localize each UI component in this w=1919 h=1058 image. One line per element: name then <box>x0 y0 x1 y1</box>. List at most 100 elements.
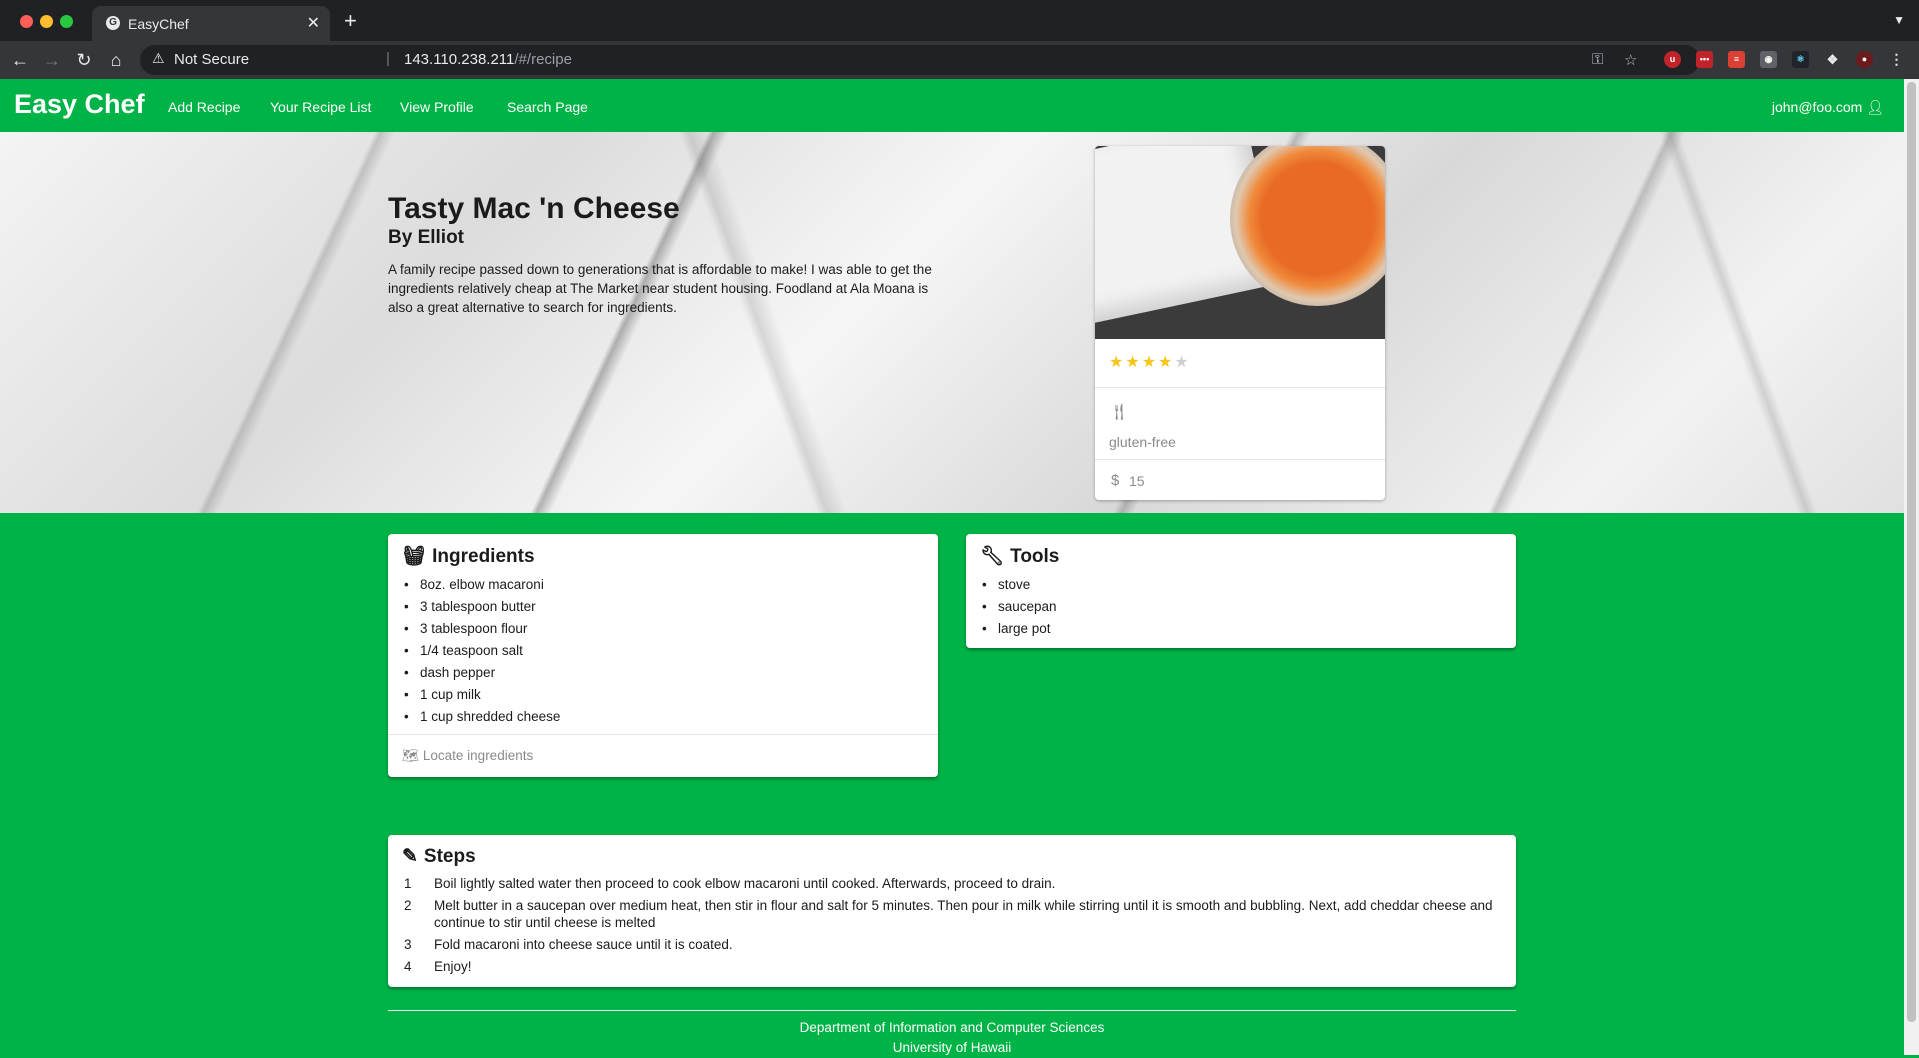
ublock-icon[interactable]: u <box>1664 51 1681 68</box>
browser-menu-icon[interactable]: ⋮ <box>1888 51 1905 68</box>
step-text: Boil lightly salted water then proceed t… <box>434 876 1056 891</box>
list-item: stove <box>980 574 1057 596</box>
list-item: saucepan <box>980 596 1057 618</box>
favicon-icon: G <box>106 16 120 30</box>
pencil-icon: ✎ <box>402 846 418 867</box>
address-bar[interactable]: ⚠ Not Secure | 143.110.238.211/#/recipe … <box>140 45 1700 75</box>
steps-title: Steps <box>423 846 476 867</box>
nav-search-page[interactable]: Search Page <box>507 99 588 115</box>
new-tab-icon[interactable]: + <box>344 10 357 32</box>
ingredients-list: 8oz. elbow macaroni 3 tablespoon butter … <box>402 574 560 728</box>
recipe-card: ★★★★★ 🍴︎ gluten-free $ 15 <box>1095 146 1385 500</box>
star-filled-icon[interactable]: ★ <box>1158 354 1174 371</box>
list-item: 1/4 teaspoon salt <box>402 640 560 662</box>
scrollbar-thumb[interactable] <box>1907 82 1916 1022</box>
puzzle-icon[interactable]: ❖ <box>1824 51 1841 68</box>
list-item: 3 tablespoon butter <box>402 596 560 618</box>
security-label[interactable]: Not Secure <box>174 51 249 68</box>
star-filled-icon[interactable]: ★ <box>1142 354 1158 371</box>
utensils-icon: 🍴︎ <box>1109 404 1130 421</box>
url-text[interactable]: 143.110.238.211/#/recipe <box>404 51 572 68</box>
lastpass-icon[interactable]: ••• <box>1696 51 1713 68</box>
url-host: 143.110.238.211 <box>404 51 515 68</box>
footer-department: Department of Information and Computer S… <box>799 1020 1105 1035</box>
recipe-description: A family recipe passed down to generatio… <box>388 262 932 315</box>
tools-heading: 🔧︎ Tools <box>980 544 1059 568</box>
list-item: large pot <box>980 618 1057 640</box>
tools-panel: 🔧︎Tools stove saucepan large pot <box>966 534 1516 648</box>
url-path: /#/recipe <box>514 51 572 68</box>
footer: Department of Information and Computer S… <box>388 1018 1516 1058</box>
camera-icon[interactable]: ◉ <box>1760 51 1777 68</box>
browser-tab-bar: G EasyChef ✕ + ▼ <box>0 0 1919 41</box>
tab-title: EasyChef <box>128 16 189 32</box>
step-number: 4 <box>404 959 412 974</box>
back-icon[interactable]: ← <box>8 48 32 72</box>
app-navbar: Easy Chef Add Recipe Your Recipe List Vi… <box>0 79 1904 132</box>
star-empty-icon[interactable]: ★ <box>1174 354 1190 371</box>
dollar-icon: $ <box>1111 472 1120 489</box>
reload-icon[interactable]: ↻ <box>72 48 96 72</box>
map-icon: 🗺︎ <box>402 748 423 763</box>
todoist-icon[interactable]: ≡ <box>1728 51 1745 68</box>
star-filled-icon[interactable]: ★ <box>1109 354 1125 371</box>
key-icon[interactable]: ⚿ <box>1592 51 1603 68</box>
list-item: 1 cup shredded cheese <box>402 706 560 728</box>
price-value: 15 <box>1129 473 1145 489</box>
step-text: Melt butter in a saucepan over medium he… <box>434 898 1493 930</box>
list-item: 8oz. elbow macaroni <box>402 574 560 596</box>
nav-your-recipe-list[interactable]: Your Recipe List <box>270 99 371 115</box>
react-devtools-icon[interactable]: ⚛ <box>1792 51 1809 68</box>
forward-icon[interactable]: → <box>40 48 64 72</box>
browser-tab[interactable]: G EasyChef ✕ <box>92 6 330 41</box>
close-window-button[interactable] <box>20 15 33 28</box>
footer-university: University of Hawaii <box>892 1040 1012 1055</box>
rating-stars[interactable]: ★★★★★ <box>1109 352 1191 372</box>
user-email: john@foo.com <box>1771 99 1863 115</box>
step-item: 4 Enjoy! <box>402 958 1512 975</box>
step-text: Fold macaroni into cheese sauce until it… <box>434 937 733 952</box>
locate-ingredients-link[interactable]: 🗺︎ Locate ingredients <box>402 748 533 764</box>
star-filled-icon[interactable]: ★ <box>1125 354 1141 371</box>
steps-heading: ✎ Steps <box>402 845 476 868</box>
zoom-window-button[interactable] <box>60 15 73 28</box>
tab-search-icon[interactable]: ▼ <box>1893 13 1905 27</box>
recipe-title: Tasty Mac 'n Cheese <box>388 192 680 225</box>
list-item: 1 cup milk <box>402 684 560 706</box>
step-number: 2 <box>404 898 412 913</box>
diet-label: gluten-free <box>1109 434 1176 450</box>
ingredients-title: Ingredients <box>432 546 535 567</box>
step-number: 1 <box>404 876 412 891</box>
nav-view-profile[interactable]: View Profile <box>400 99 474 115</box>
step-item: 2 Melt butter in a saucepan over medium h… <box>402 897 1512 931</box>
locate-label: Locate ingredients <box>422 748 534 763</box>
footer-divider <box>388 1010 1516 1011</box>
minimize-window-button[interactable] <box>40 15 53 28</box>
step-item: 3 Fold macaroni into cheese sauce until i… <box>402 936 1512 953</box>
step-item: 1 Boil lightly salted water then proceed … <box>402 875 1512 892</box>
recipe-hero: Tasty Mac 'n Cheese By Elliot A family r… <box>0 132 1904 513</box>
list-item: 3 tablespoon flour <box>402 618 560 640</box>
steps-list: 1 Boil lightly salted water then proceed … <box>402 875 1512 980</box>
nav-add-recipe[interactable]: Add Recipe <box>168 99 240 115</box>
user-menu[interactable]: john@foo.com 👤︎ <box>1772 99 1884 116</box>
browser-toolbar: ← → ↻ ⌂ ⚠ Not Secure | 143.110.238.211/#… <box>0 41 1919 79</box>
tools-list: stove saucepan large pot <box>980 574 1057 640</box>
step-text: Enjoy! <box>434 959 472 974</box>
ingredients-panel: 🧺︎Ingredients 8oz. elbow macaroni 3 tabl… <box>388 534 938 777</box>
list-item: dash pepper <box>402 662 560 684</box>
home-icon[interactable]: ⌂ <box>104 48 128 72</box>
brand-logo[interactable]: Easy Chef <box>14 89 145 120</box>
divider <box>388 734 938 735</box>
warning-icon: ⚠ <box>152 50 165 66</box>
profile-avatar[interactable]: ● <box>1856 51 1873 68</box>
wrench-icon: 🔧︎ <box>980 546 1005 567</box>
recipe-image <box>1095 146 1385 339</box>
tools-title: Tools <box>1010 546 1060 567</box>
divider <box>1095 459 1385 460</box>
basket-icon: 🧺︎ <box>402 546 427 567</box>
separator: | <box>386 50 390 67</box>
recipe-author: By Elliot <box>388 227 465 248</box>
close-tab-icon[interactable]: ✕ <box>307 13 320 33</box>
bookmark-star-icon[interactable]: ☆ <box>1624 51 1637 69</box>
